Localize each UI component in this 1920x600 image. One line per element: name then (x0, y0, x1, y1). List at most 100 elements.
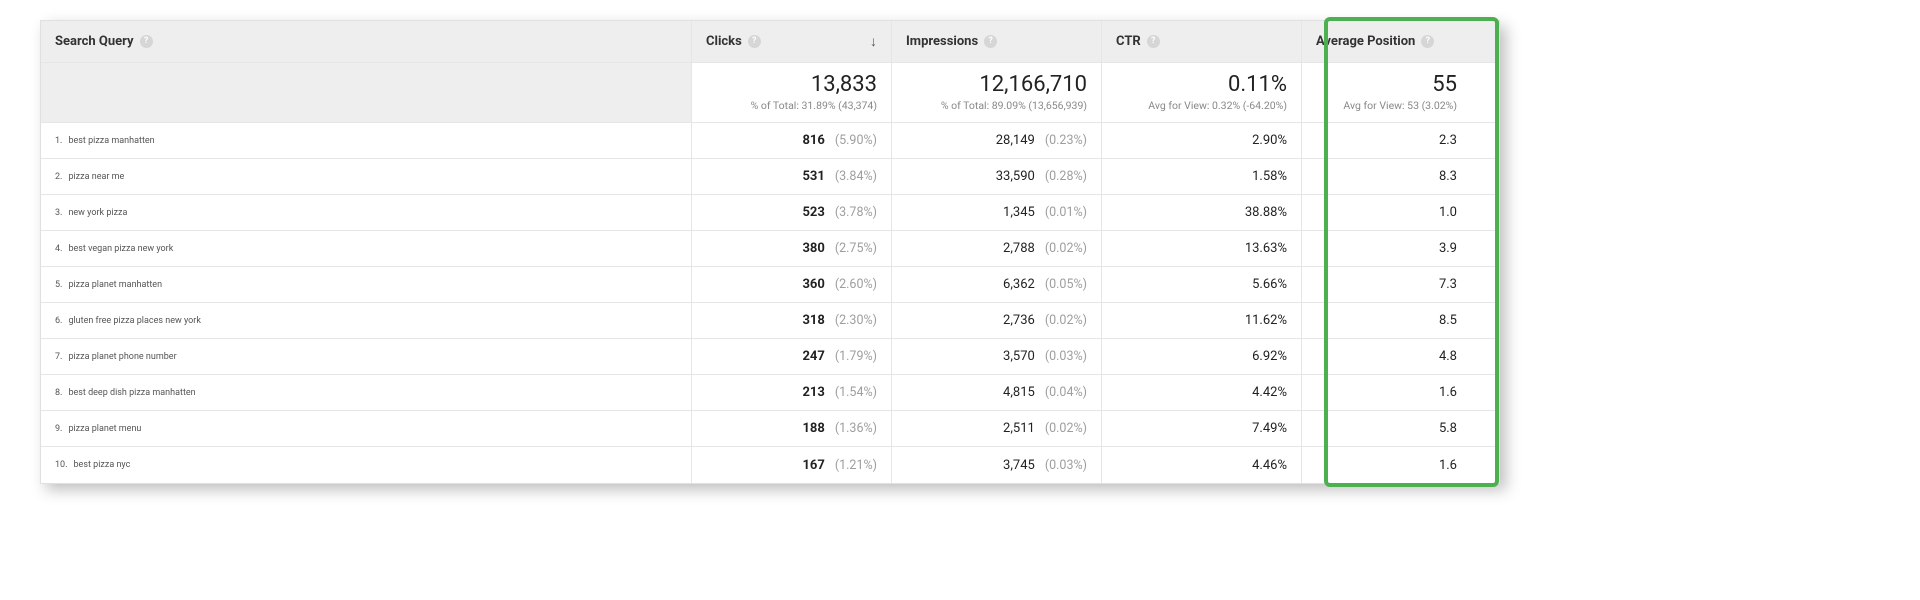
cell-search-query: 4. best vegan pizza new york (41, 231, 691, 266)
impressions-value: 2,788 (1003, 241, 1035, 256)
cell-search-query: 5.pizza planet manhatten (41, 267, 691, 302)
row-query-text[interactable]: pizza planet phone number (68, 352, 176, 362)
ctr-value: 4.46% (1252, 458, 1287, 473)
cell-search-query: 6.gluten free pizza places new york (41, 303, 691, 338)
impressions-value: 3,570 (1003, 349, 1035, 364)
ctr-value: 2.90% (1252, 133, 1287, 148)
row-query-text[interactable]: best vegan pizza new york (68, 244, 173, 254)
table-row[interactable]: 4.best vegan pizza new york380(2.75%)2,7… (41, 231, 1499, 267)
clicks-value: 188 (802, 421, 824, 436)
header-impressions[interactable]: Impressions ? (891, 21, 1101, 62)
cell-avg-position: 5.8 (1301, 411, 1471, 446)
cell-clicks: 816(5.90%) (691, 123, 891, 158)
header-label: Impressions (906, 34, 978, 49)
avg-position-value: 1.6 (1439, 385, 1457, 400)
help-icon[interactable]: ? (140, 35, 153, 48)
cell-search-query: 8. best deep dish pizza manhatten (41, 375, 691, 410)
cell-clicks: 531(3.84%) (691, 159, 891, 194)
impressions-pct: (0.02%) (1045, 313, 1087, 328)
table-row[interactable]: 1. best pizza manhatten 816(5.90%)28,149(0… (41, 123, 1499, 159)
cell-avg-position: 8.5 (1301, 303, 1471, 338)
clicks-value: 318 (802, 313, 824, 328)
cell-search-query: 7. pizza planet phone number (41, 339, 691, 374)
avg-position-value: 2.3 (1439, 133, 1457, 148)
cell-impressions: 6,362 (0.05%) (891, 267, 1101, 302)
cell-clicks: 380(2.75%) (691, 231, 891, 266)
clicks-value: 380 (802, 241, 824, 256)
row-index: 4. (55, 244, 62, 254)
summary-sub: % of Total: 31.89% (43,374) (751, 99, 877, 112)
impressions-pct: (0.03%) (1045, 458, 1087, 473)
header-search-query[interactable]: Search Query ? (41, 21, 691, 62)
impressions-value: 2,511 (1003, 421, 1035, 436)
cell-impressions: 4,815(0.04%) (891, 375, 1101, 410)
cell-clicks: 360(2.60%) (691, 267, 891, 302)
header-avg-position[interactable]: Average Position ? (1301, 21, 1471, 62)
table-row[interactable]: 8. best deep dish pizza manhatten 213(1.54… (41, 375, 1499, 411)
table-row[interactable]: 5.pizza planet manhatten360(2.60%) 6,362 (… (41, 267, 1499, 303)
cell-impressions: 2,511 (0.02%) (891, 411, 1101, 446)
cell-avg-position: 7.3 (1301, 267, 1471, 302)
summary-impressions: 12,166,710 % of Total: 89.09% (13,656,93… (891, 63, 1101, 122)
cell-clicks: 213(1.54%) (691, 375, 891, 410)
table-row[interactable]: 6.gluten free pizza places new york 318 (2… (41, 303, 1499, 339)
summary-value: 55 (1432, 73, 1457, 97)
impressions-pct: (0.02%) (1045, 421, 1087, 436)
clicks-pct: (3.84%) (835, 169, 877, 184)
cell-impressions: 2,788(0.02%) (891, 231, 1101, 266)
row-index: 8. (55, 388, 62, 398)
table-row[interactable]: 2.pizza near me531(3.84%)33,590(0.28%)1.… (41, 159, 1499, 195)
summary-sub: Avg for View: 53 (3.02%) (1343, 99, 1457, 112)
cell-avg-position: 8.3 (1301, 159, 1471, 194)
cell-ctr: 11.62% (1101, 303, 1301, 338)
cell-impressions: 1,345(0.01%) (891, 195, 1101, 230)
row-index: 3. (55, 208, 62, 218)
row-query-text[interactable]: pizza near me (68, 172, 124, 182)
help-icon[interactable]: ? (984, 35, 997, 48)
summary-value: 0.11% (1228, 73, 1287, 97)
cell-avg-position: 3.9 (1301, 231, 1471, 266)
avg-position-value: 3.9 (1439, 241, 1457, 256)
header-label: Search Query (55, 34, 134, 49)
ctr-value: 13.63% (1245, 241, 1287, 256)
cell-clicks: 523(3.78%) (691, 195, 891, 230)
row-index: 1. (55, 136, 62, 146)
row-query-text[interactable]: best deep dish pizza manhatten (68, 388, 195, 398)
cell-impressions: 33,590(0.28%) (891, 159, 1101, 194)
ctr-value: 7.49% (1252, 421, 1287, 436)
cell-search-query: 2. pizza near me (41, 159, 691, 194)
summary-value: 13,833 (811, 73, 877, 97)
table-row[interactable]: 7.pizza planet phone number247(1.79%)3,5… (41, 339, 1499, 375)
cell-impressions: 28,149(0.23%) (891, 123, 1101, 158)
table-row[interactable]: 9.pizza planet menu188(1.36%)2,511(0.02%… (41, 411, 1499, 447)
table-header-row: Search Query ? Clicks ? ↓ Impressions ? … (41, 21, 1499, 63)
row-index: 2. (55, 172, 62, 182)
table-row[interactable]: 3.new york pizza523(3.78%)1,345(0.01%)38… (41, 195, 1499, 231)
row-query-text[interactable]: pizza planet menu (68, 424, 141, 434)
header-ctr[interactable]: CTR ? (1101, 21, 1301, 62)
row-query-text[interactable]: pizza planet manhatten (68, 280, 162, 290)
clicks-pct: (1.21%) (835, 458, 877, 473)
impressions-value: 6,362 (1003, 277, 1035, 292)
row-query-text[interactable]: new york pizza (68, 208, 127, 218)
clicks-pct: (5.90%) (835, 133, 877, 148)
row-query-text[interactable]: best pizza manhatten (68, 136, 154, 146)
row-index: 7. (55, 352, 62, 362)
row-query-text[interactable]: gluten free pizza places new york (68, 316, 200, 326)
ctr-value: 6.92% (1252, 349, 1287, 364)
summary-sub: Avg for View: 0.32% (-64.20%) (1148, 99, 1287, 112)
ctr-value: 5.66% (1252, 277, 1287, 292)
table-row[interactable]: 10.best pizza nyc167(1.21%)3,745(0.03%)4… (41, 447, 1499, 483)
help-icon[interactable]: ? (1421, 35, 1434, 48)
header-clicks[interactable]: Clicks ? ↓ (691, 21, 891, 62)
clicks-pct: (2.30%) (835, 313, 877, 328)
table-summary-row: 13,833 % of Total: 31.89% (43,374) 12,16… (41, 63, 1499, 123)
help-icon[interactable]: ? (1147, 35, 1160, 48)
header-label: Clicks (706, 34, 742, 49)
cell-avg-position: 4.8 (1301, 339, 1471, 374)
row-query-text[interactable]: best pizza nyc (74, 460, 131, 470)
help-icon[interactable]: ? (748, 35, 761, 48)
avg-position-value: 1.0 (1439, 205, 1457, 220)
cell-clicks: 318 (2.30%) (691, 303, 891, 338)
impressions-pct: (0.05%) (1045, 277, 1087, 292)
